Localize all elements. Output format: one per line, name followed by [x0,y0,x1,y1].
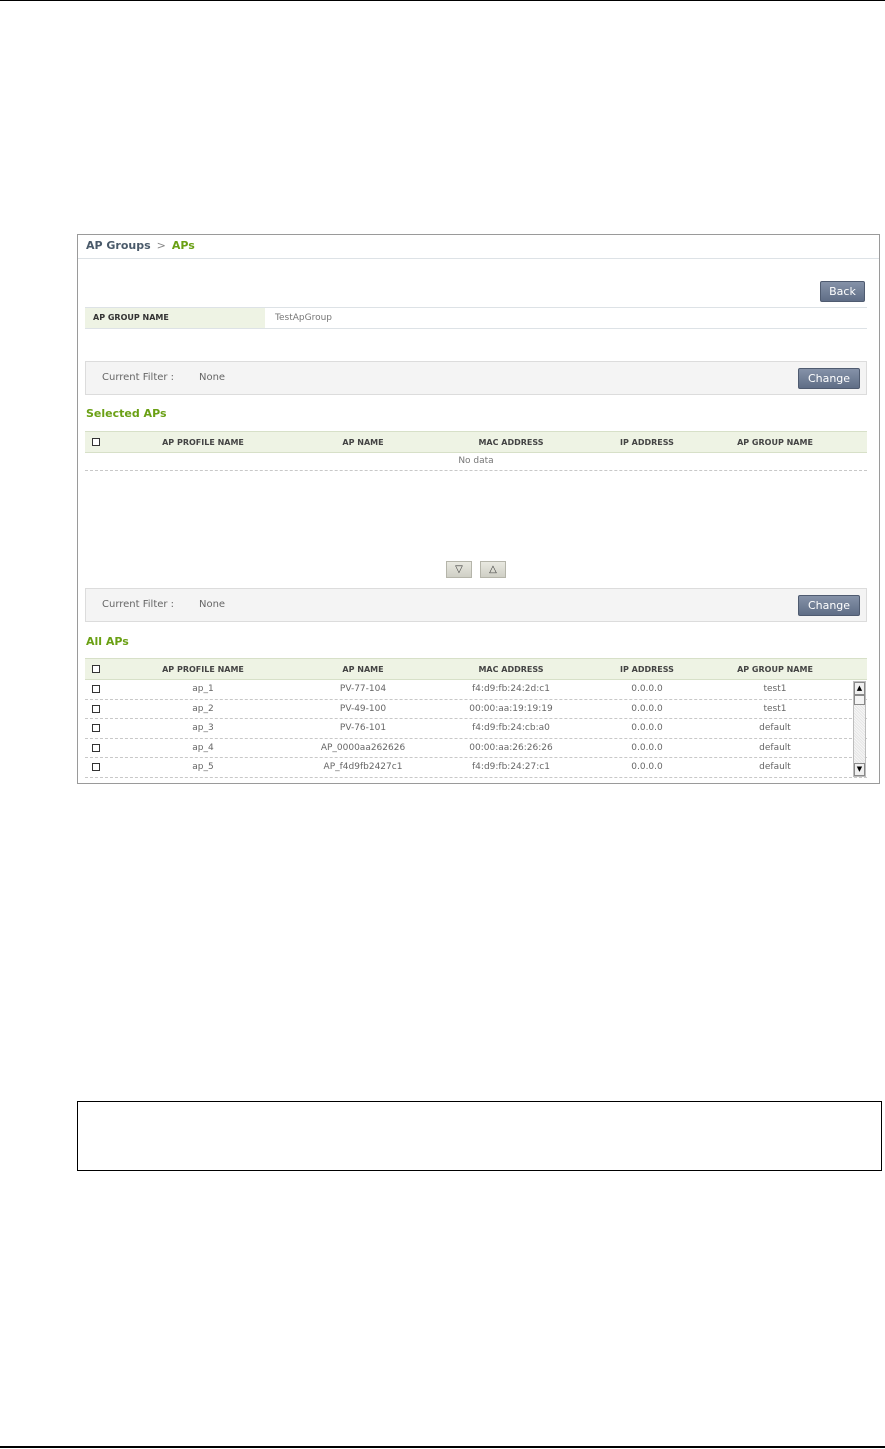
all-aps-scrollbar[interactable]: ▲ ▼ [853,681,866,777]
table-row[interactable]: ap_5 AP_f4d9fb2427c1 f4:d9:fb:24:27:c1 0… [85,758,867,778]
cell-ip-address: 0.0.0.0 [631,762,663,773]
col-ip-address[interactable]: IP ADDRESS [589,659,705,679]
col-ip-address[interactable]: IP ADDRESS [589,432,705,452]
table-row[interactable]: ap_1 PV-77-104 f4:d9:fb:24:2d:c1 0.0.0.0… [85,680,867,700]
move-down-button[interactable]: ▽ [446,561,472,578]
col-ap-group-name[interactable]: AP GROUP NAME [705,432,845,452]
cell-ap-group-name: test1 [763,684,787,695]
table-row[interactable]: ap_4 AP_0000aa262626 00:00:aa:26:26:26 0… [85,739,867,758]
selected-filter-bar: Current Filter : None Change [85,361,867,395]
cell-ap-profile-name: ap_4 [192,742,214,753]
filter-value: None [199,599,226,610]
scroll-down-arrow-icon[interactable]: ▼ [854,763,865,776]
scroll-up-arrow-icon[interactable]: ▲ [854,682,865,695]
col-ap-profile-name[interactable]: AP PROFILE NAME [113,432,293,452]
select-all-checkbox[interactable] [92,438,100,446]
col-mac-address[interactable]: MAC ADDRESS [433,659,589,679]
filter-label: Current Filter : [102,372,175,383]
ap-group-aps-panel: AP Groups > APs Back AP GROUP NAME TestApG… [77,234,880,784]
breadcrumb-ap-groups-link[interactable]: AP Groups [86,239,151,252]
table-row[interactable]: ap_3 PV-76-101 f4:d9:fb:24:cb:a0 0.0.0.0… [85,719,867,739]
cell-ap-group-name: default [759,762,791,773]
cell-ap-name: AP_0000aa262626 [320,742,406,753]
row-checkbox[interactable] [92,763,100,772]
all-aps-table: AP PROFILE NAME AP NAME MAC ADDRESS IP A… [85,658,867,778]
cell-ap-name: PV-76-101 [339,723,387,734]
col-ap-name[interactable]: AP NAME [293,432,433,452]
cell-ap-profile-name: ap_2 [192,703,214,714]
change-filter-button[interactable]: Change [798,595,860,616]
ap-group-name-value: TestApGroup [275,313,332,323]
cell-ap-profile-name: ap_5 [192,762,214,773]
scrollbar-thumb[interactable] [854,695,865,705]
cell-mac-address: 00:00:aa:26:26:26 [469,742,553,753]
cell-ap-group-name: default [759,723,791,734]
row-checkbox[interactable] [92,704,100,713]
back-button[interactable]: Back [820,281,865,302]
ap-group-name-row: AP GROUP NAME TestApGroup [85,307,867,329]
ap-group-name-label: AP GROUP NAME [85,308,265,328]
select-all-checkbox[interactable] [92,665,100,673]
move-up-button[interactable]: △ [480,561,506,578]
cell-ip-address: 0.0.0.0 [631,723,663,734]
breadcrumb: AP Groups > APs [86,237,195,255]
cell-ap-profile-name: ap_3 [192,723,214,734]
col-mac-address[interactable]: MAC ADDRESS [433,432,589,452]
selected-aps-title: Selected APs [86,407,167,420]
page-bottom-rule [0,1446,885,1448]
filter-value: None [199,372,226,383]
breadcrumb-divider [78,258,879,259]
breadcrumb-current: APs [171,239,195,252]
selected-aps-table: AP PROFILE NAME AP NAME MAC ADDRESS IP A… [85,431,867,471]
cell-ap-group-name: test1 [763,703,787,714]
cell-ap-name: PV-49-100 [339,703,387,714]
no-data-message: No data [85,453,867,471]
cell-ap-group-name: default [759,742,791,753]
cell-mac-address: f4:d9:fb:24:cb:a0 [472,723,550,734]
col-ap-profile-name[interactable]: AP PROFILE NAME [113,659,293,679]
row-checkbox[interactable] [92,724,100,733]
cell-ap-name: PV-77-104 [339,684,387,695]
table-row[interactable]: ap_2 PV-49-100 00:00:aa:19:19:19 0.0.0.0… [85,700,867,719]
cell-ip-address: 0.0.0.0 [631,684,663,695]
cell-ap-profile-name: ap_1 [192,684,214,695]
all-filter-bar: Current Filter : None Change [85,588,867,622]
filter-label: Current Filter : [102,599,175,610]
row-checkbox[interactable] [92,743,100,752]
cell-mac-address: f4:d9:fb:24:2d:c1 [472,684,550,695]
empty-note-box [77,1101,882,1171]
table-header: AP PROFILE NAME AP NAME MAC ADDRESS IP A… [85,431,867,453]
page-top-rule [0,0,885,1]
table-header: AP PROFILE NAME AP NAME MAC ADDRESS IP A… [85,658,867,680]
change-filter-button[interactable]: Change [798,368,860,389]
all-aps-title: All APs [86,635,129,648]
cell-ap-name: AP_f4d9fb2427c1 [323,762,403,773]
cell-ip-address: 0.0.0.0 [631,703,663,714]
row-checkbox[interactable] [92,685,100,694]
cell-ip-address: 0.0.0.0 [631,742,663,753]
col-ap-group-name[interactable]: AP GROUP NAME [705,659,845,679]
col-ap-name[interactable]: AP NAME [293,659,433,679]
cell-mac-address: f4:d9:fb:24:27:c1 [472,762,550,773]
breadcrumb-separator: > [156,239,166,252]
cell-mac-address: 00:00:aa:19:19:19 [469,703,553,714]
